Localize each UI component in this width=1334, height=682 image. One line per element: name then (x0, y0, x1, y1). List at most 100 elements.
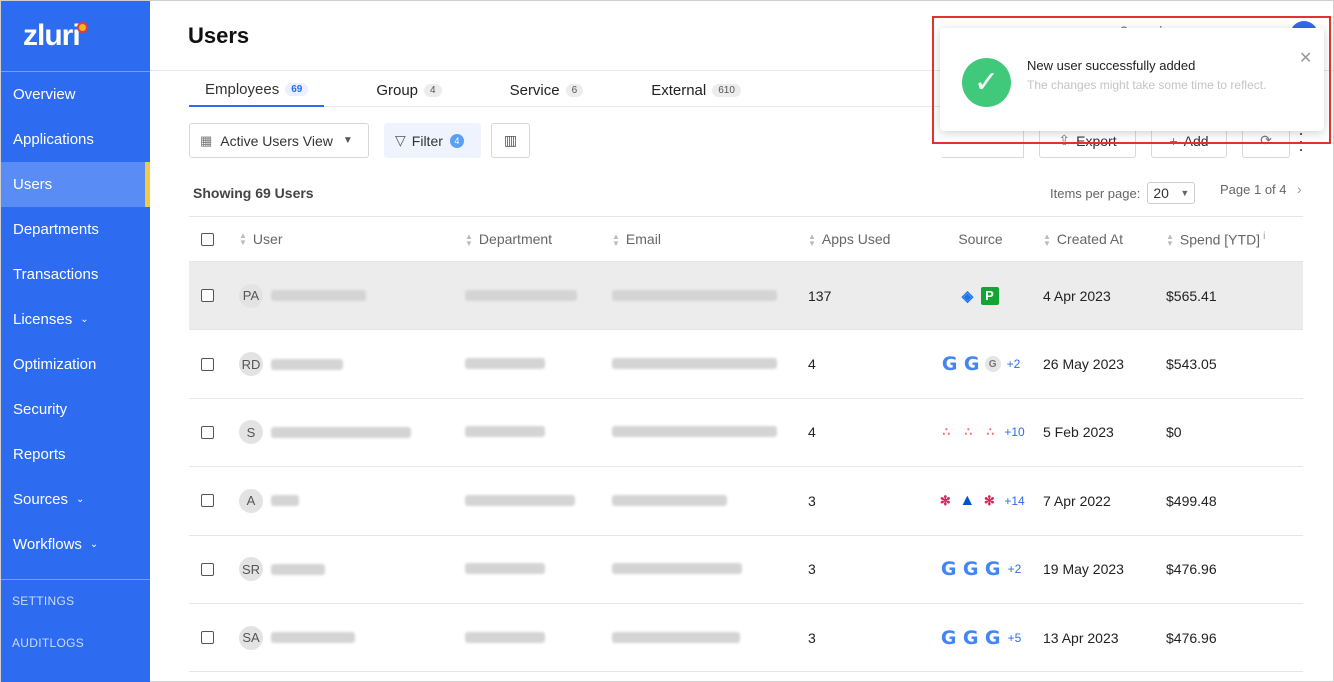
tab-group[interactable]: Group 4 (360, 73, 457, 107)
sidebar-item-label: Applications (13, 131, 94, 148)
source-cell[interactable]: ✻ ▲ ✻ +14 (918, 492, 1043, 510)
email-cell (612, 288, 808, 304)
sidebar-item-reports[interactable]: Reports (1, 432, 150, 477)
header-department[interactable]: ▲ ▼ Department (465, 231, 612, 249)
avatar: SA (239, 625, 263, 650)
apps-used-cell[interactable]: 4 (808, 424, 918, 440)
sidebar-item-sources[interactable]: Sources ⌄ (1, 477, 150, 522)
columns-button[interactable]: ▥ (491, 123, 530, 158)
info-icon[interactable]: i (1263, 231, 1265, 242)
user-cell[interactable]: S (225, 420, 465, 445)
sidebar-item-workflows[interactable]: Workflows ⌄ (1, 522, 150, 567)
source-cell[interactable]: G G G +2 (918, 353, 1043, 376)
tab-external[interactable]: External 610 (635, 73, 757, 107)
view-selector-button[interactable]: ▦ Active Users View ▼ (189, 123, 369, 158)
department-cell (465, 356, 612, 372)
google-icon: G (941, 353, 958, 376)
header-email[interactable]: ▲ ▼ Email (612, 230, 808, 248)
apps-used-cell[interactable]: 3 (808, 493, 918, 509)
header-label: Spend [YTD] (1179, 231, 1261, 248)
next-page-icon[interactable]: › (1297, 181, 1302, 197)
slack-icon: ✻ (983, 492, 995, 508)
g-avatar-icon: G (984, 356, 1001, 373)
row-checkbox[interactable] (201, 562, 214, 576)
sidebar-item-users[interactable]: Users (1, 162, 150, 207)
select-all-cell (189, 232, 225, 246)
header-label: Email (625, 230, 661, 247)
user-cell[interactable]: SR (225, 557, 465, 582)
row-select-cell (189, 631, 225, 645)
row-checkbox[interactable] (201, 357, 214, 371)
more-sources-count[interactable]: +10 (1004, 425, 1024, 439)
sidebar-item-licenses[interactable]: Licenses ⌄ (1, 297, 150, 342)
sidebar-item-label: Transactions (13, 266, 99, 283)
items-per-page-select[interactable]: 20 ▼ (1147, 182, 1196, 204)
more-sources-count[interactable]: +5 (1008, 631, 1022, 645)
sort-icon: ▲ ▼ (465, 232, 473, 249)
sidebar-item-label: Departments (13, 221, 99, 238)
row-checkbox[interactable] (201, 289, 214, 303)
user-cell[interactable]: RD (225, 352, 465, 377)
created-at-cell: 26 May 2023 (1043, 356, 1124, 373)
apps-used-cell[interactable]: 3 (808, 561, 918, 577)
row-checkbox[interactable] (201, 494, 214, 508)
header-user[interactable]: ▲ ▼ User (225, 231, 465, 247)
sort-icon: ▲ ▼ (1043, 232, 1051, 249)
redacted-department (465, 631, 545, 643)
filter-button[interactable]: ▽ Filter 4 (384, 123, 481, 158)
source-cell[interactable]: G G G +5 (918, 627, 1043, 649)
row-checkbox[interactable] (201, 631, 214, 645)
header-created-at[interactable]: ▲ ▼ Created At (1043, 231, 1166, 249)
row-select-cell (189, 494, 225, 508)
view-selector-label: Active Users View (220, 132, 333, 149)
user-cell[interactable]: PA (225, 283, 465, 308)
apps-used-cell[interactable]: 3 (808, 630, 918, 646)
redacted-email (612, 358, 777, 370)
source-cell[interactable]: ◈ P (918, 286, 1043, 305)
table-row[interactable]: RD 4 G G G +2 26 May 2023 $543.05 (189, 330, 1303, 399)
p-app-icon: P (980, 286, 999, 305)
sidebar-item-settings[interactable]: SETTINGS (1, 580, 150, 622)
avatar: PA (239, 283, 263, 308)
sidebar-item-overview[interactable]: Overview (1, 72, 150, 117)
tab-label: Group (376, 81, 419, 99)
more-sources-count[interactable]: +2 (1007, 357, 1021, 371)
apps-used-cell[interactable]: 137 (808, 288, 918, 304)
user-cell[interactable]: A (225, 488, 465, 513)
table-row[interactable]: PA 137 ◈ P 4 Apr 2023 $565.41 (189, 262, 1303, 331)
more-sources-count[interactable]: +14 (1004, 494, 1024, 508)
redacted-department (465, 426, 545, 438)
users-table: ▲ ▼ User ▲ ▼ Department ▲ ▼ Email ▲ ▼ Apps Used … (189, 216, 1303, 673)
header-spend[interactable]: ▲ ▼ Spend [YTD] i (1166, 231, 1296, 248)
header-apps-used[interactable]: ▲ ▼ Apps Used (808, 231, 918, 248)
row-checkbox[interactable] (201, 425, 214, 439)
table-row[interactable]: A 3 ✻ ▲ ✻ +14 7 Apr 2022 $499.48 (189, 467, 1303, 536)
select-all-checkbox[interactable] (201, 232, 214, 246)
spend-cell: $476.96 (1166, 561, 1217, 578)
source-cell[interactable]: ∴ ∴ ∴ +10 (918, 423, 1043, 441)
sidebar-item-applications[interactable]: Applications (1, 117, 150, 162)
tab-service[interactable]: Service 6 (494, 73, 600, 107)
sidebar-item-auditlogs[interactable]: AUDITLOGS (1, 622, 150, 664)
redacted-email (612, 631, 740, 643)
created-at-cell: 19 May 2023 (1043, 561, 1124, 578)
user-cell[interactable]: SA (225, 625, 465, 650)
more-sources-count[interactable]: +2 (1008, 562, 1022, 576)
redacted-department (465, 289, 577, 301)
source-cell[interactable]: G G G +2 (918, 558, 1043, 580)
table-row[interactable]: SA 3 G G G +5 13 Apr 2023 $476.96 (189, 604, 1303, 673)
sort-icon: ▲ ▼ (239, 231, 247, 247)
sidebar-item-security[interactable]: Security (1, 387, 150, 432)
created-at-cell: 7 Apr 2022 (1043, 492, 1111, 509)
tab-employees[interactable]: Employees 69 (189, 73, 325, 107)
table-row[interactable]: S 4 ∴ ∴ ∴ +10 5 Feb 2023 $0 (189, 399, 1303, 468)
sidebar-item-transactions[interactable]: Transactions (1, 252, 150, 297)
redacted-department (465, 494, 575, 506)
zluri-logo[interactable]: zluri (1, 1, 150, 71)
sidebar-item-departments[interactable]: Departments (1, 207, 150, 252)
apps-used-cell[interactable]: 4 (808, 356, 918, 372)
table-row[interactable]: SR 3 G G G +2 19 May 2023 $476.96 (189, 536, 1303, 604)
redacted-name (271, 290, 366, 302)
grid-view-icon: ▦ (200, 132, 213, 148)
sidebar-item-optimization[interactable]: Optimization (1, 342, 150, 387)
